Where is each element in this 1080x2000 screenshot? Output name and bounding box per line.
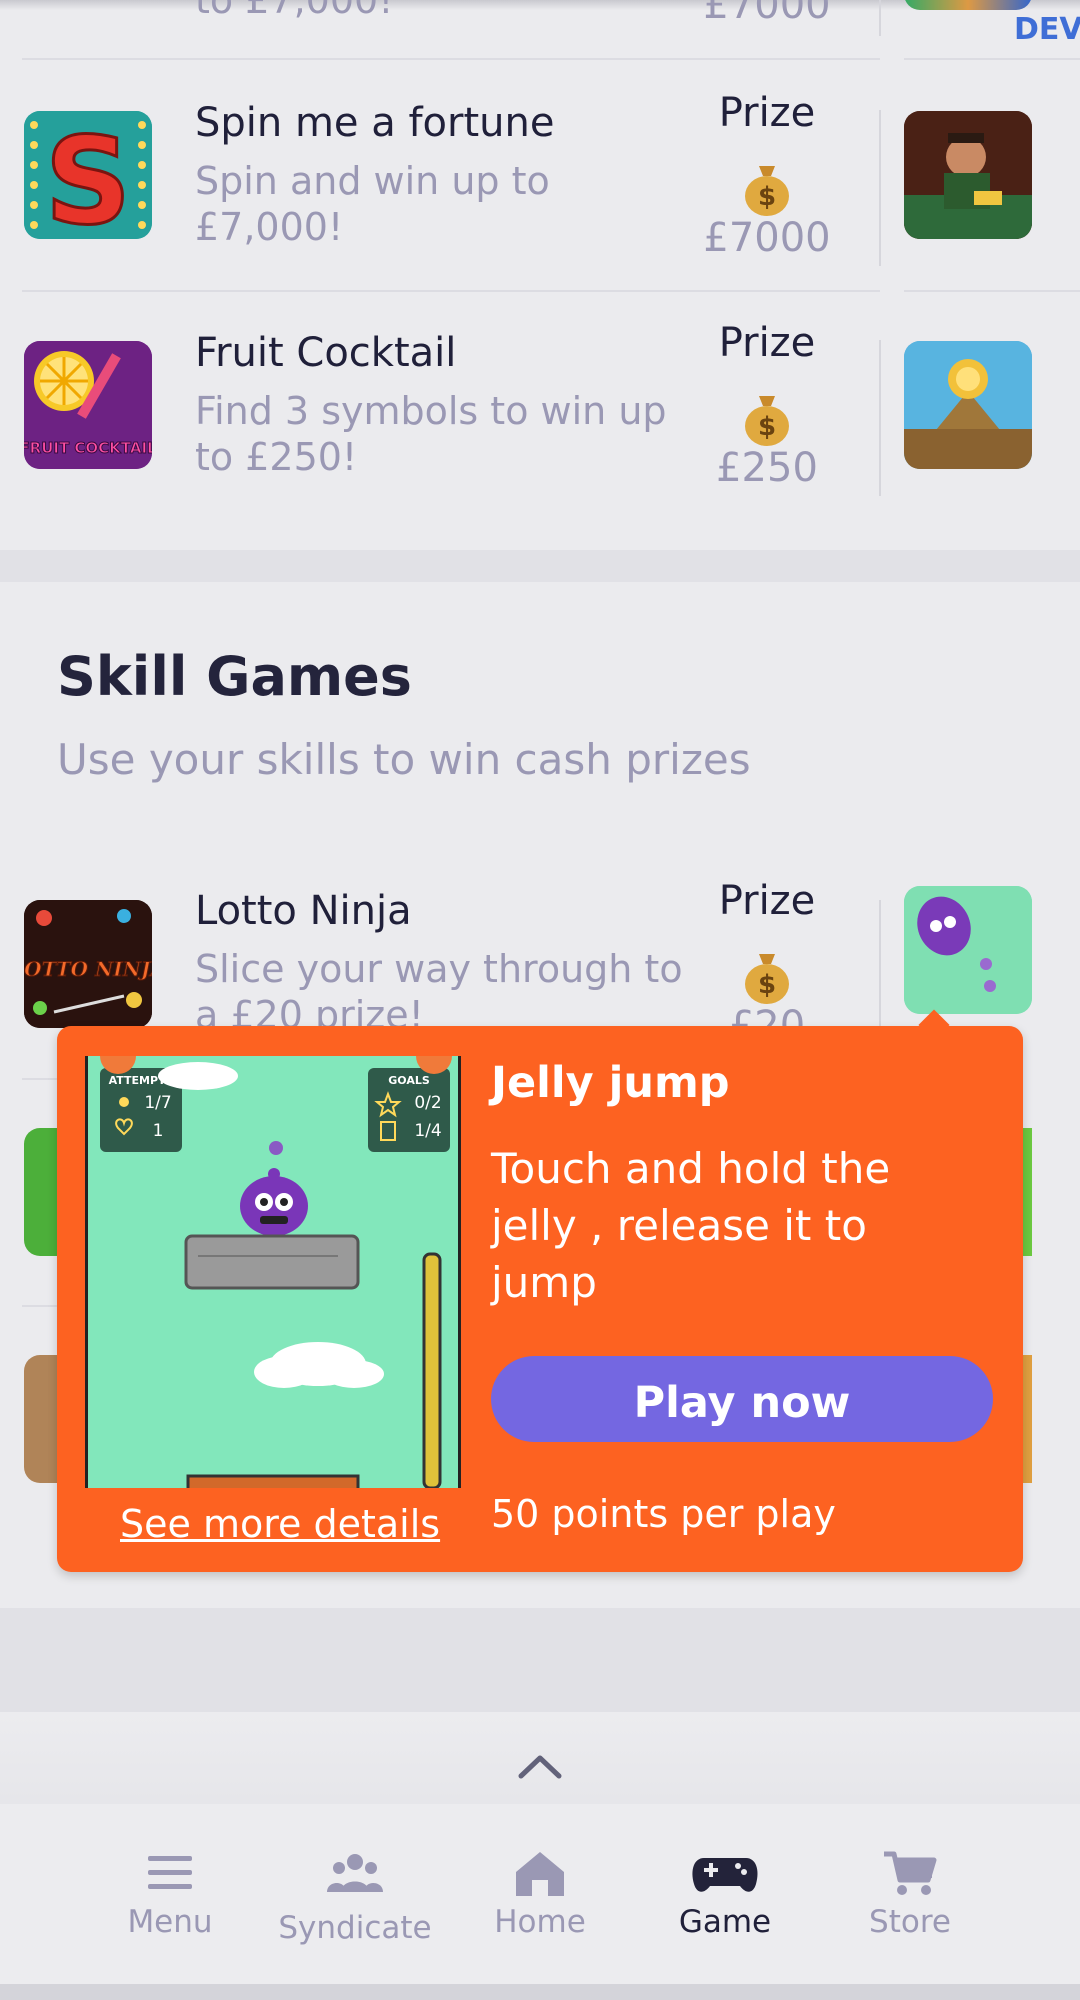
popup-pointer	[918, 1009, 950, 1041]
people-icon	[327, 1854, 383, 1892]
row-divider	[22, 1305, 62, 1307]
money-bag-icon: $	[687, 158, 847, 218]
cart-icon	[884, 1851, 937, 1895]
row-divider	[22, 290, 880, 292]
partial-row-divider	[879, 0, 881, 36]
menu-icon	[148, 1856, 192, 1889]
popup-description: Touch and hold the jelly , release it to…	[491, 1144, 891, 1307]
row-divider	[22, 1078, 62, 1080]
goal-height-value: 1/4	[414, 1121, 441, 1141]
points-per-play: 50 points per play	[491, 1492, 836, 1536]
nav-store[interactable]: Store	[820, 1848, 1000, 1940]
dev-badge: DEV	[1014, 12, 1080, 47]
chevron-up-icon[interactable]	[515, 1752, 565, 1782]
hidden-right-thumbnail[interactable]	[1022, 1355, 1032, 1483]
svg-text:$: $	[758, 412, 776, 442]
spin-fortune-logo-letter: S	[45, 113, 131, 239]
nav-label: Game	[678, 1904, 772, 1940]
lives-value: 1	[153, 1121, 164, 1141]
section-separator	[0, 1608, 1080, 1712]
right-column-thumbnail[interactable]	[904, 111, 1032, 239]
partial-row-description: to £7,000!	[195, 0, 394, 22]
nav-label: Home	[494, 1904, 586, 1940]
svg-text:$: $	[758, 970, 776, 1000]
fruit-cocktail-logo-text: FRUIT COCKTAIL	[24, 439, 152, 457]
svg-text:$: $	[758, 182, 776, 212]
nav-home[interactable]: Home	[450, 1848, 630, 1940]
prize-label: Prize	[718, 320, 816, 366]
game-title: Lotto Ninja	[195, 888, 412, 934]
row-vertical-divider	[879, 900, 881, 1030]
hidden-row-thumbnail[interactable]	[24, 1128, 60, 1256]
attempts-value: 1/7	[144, 1093, 171, 1113]
play-now-label: Play now	[633, 1378, 851, 1428]
prize-label: Prize	[718, 90, 816, 136]
section-separator	[0, 550, 1080, 582]
nav-label: Store	[869, 1904, 951, 1940]
partial-right-thumb[interactable]	[904, 0, 1032, 10]
game-preview-image[interactable]: ATTEMPTS 1/7 1 GOALS 0/2 1/4	[85, 1056, 461, 1488]
fruit-cocktail-thumbnail[interactable]: FRUIT COCKTAIL	[24, 341, 152, 469]
row-divider-right	[904, 58, 1080, 60]
row-vertical-divider	[879, 340, 881, 496]
money-bag-icon: $	[687, 388, 847, 448]
lotto-ninja-thumbnail[interactable]: LOTTO NINJA	[24, 900, 152, 1028]
section-subtitle: Use your skills to win cash prizes	[57, 735, 751, 784]
section-title: Skill Games	[57, 645, 412, 708]
nav-menu[interactable]: Menu	[80, 1848, 260, 1940]
attempts-person-icon	[119, 1097, 129, 1107]
play-now-button[interactable]: Play now	[491, 1356, 993, 1442]
game-description: Spin and win up to £7,000!	[195, 159, 550, 249]
gamepad-icon	[692, 1858, 758, 1892]
row-divider	[22, 58, 880, 60]
right-column-thumbnail[interactable]	[904, 341, 1032, 469]
lotto-ninja-logo-text: LOTTO NINJA	[24, 957, 152, 981]
prize-amount: £20	[728, 1003, 806, 1027]
prize-amount: £250	[716, 445, 818, 491]
prize-amount: £7000	[703, 215, 831, 261]
nav-label: Menu	[127, 1904, 213, 1940]
game-title: Spin me a fortune	[195, 100, 555, 146]
partial-row-prize: £7000	[703, 0, 831, 28]
spin-fortune-thumbnail[interactable]: S	[24, 111, 152, 239]
game-title: Fruit Cocktail	[195, 330, 457, 376]
game-description: Slice your way through to a £20 prize!	[195, 947, 683, 1026]
prize-label: Prize	[718, 878, 816, 924]
game-description: Find 3 symbols to win up to £250!	[195, 389, 667, 479]
see-more-details-link[interactable]: See more details	[120, 1502, 440, 1546]
nav-label: Syndicate	[278, 1910, 432, 1946]
nav-game[interactable]: Game	[635, 1848, 815, 1940]
home-icon	[516, 1852, 564, 1896]
hidden-right-thumbnail[interactable]	[1022, 1128, 1032, 1256]
hidden-row-thumbnail[interactable]	[24, 1355, 60, 1483]
goals-label: GOALS	[388, 1074, 430, 1087]
row-vertical-divider	[879, 110, 881, 266]
nav-syndicate[interactable]: Syndicate	[265, 1848, 445, 1946]
goal-star-value: 0/2	[414, 1093, 441, 1113]
game-preview-popup: ATTEMPTS 1/7 1 GOALS 0/2 1/4 See more de…	[57, 1009, 1023, 1572]
jelly-jump-right-thumbnail[interactable]	[904, 886, 1032, 1014]
popup-title: Jelly jump	[491, 1058, 730, 1108]
row-divider-right	[904, 290, 1080, 292]
money-bag-icon: $	[687, 946, 847, 1006]
